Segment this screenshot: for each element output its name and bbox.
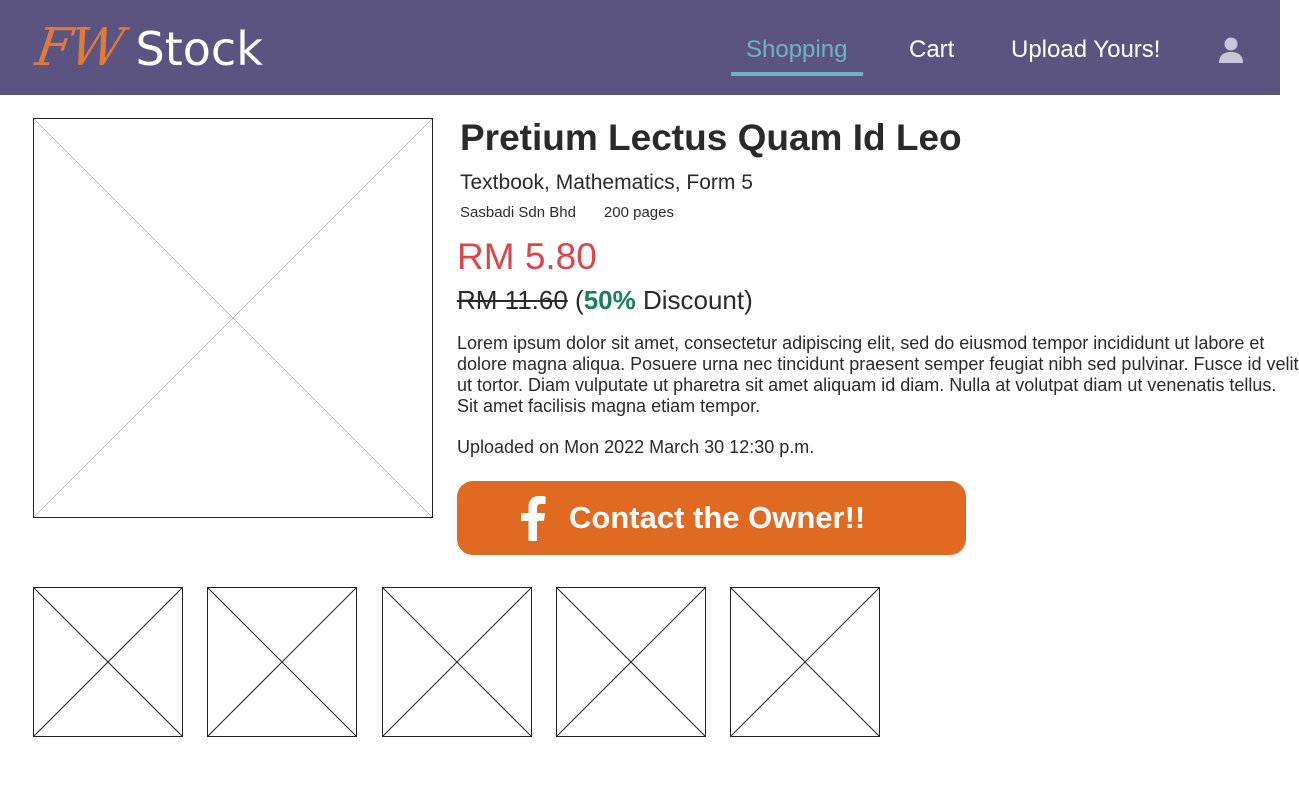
nav-item-cart[interactable]: Cart — [909, 0, 954, 95]
original-price: RM 11.60 — [457, 285, 568, 315]
current-price: RM 5.80 — [457, 236, 597, 277]
thumbnail-3[interactable] — [382, 587, 532, 737]
top-nav-bar: FW Stock Shopping Cart Upload Yours! — [0, 0, 1280, 95]
page-count: 200 pages — [603, 204, 674, 221]
product-description: Lorem ipsum dolor sit amet, consectetur … — [457, 333, 1299, 416]
image-placeholder-icon — [383, 588, 531, 736]
thumbnail-2[interactable] — [207, 587, 357, 737]
product-subtitle: Textbook, Mathematics, Form 5 — [460, 171, 753, 194]
user-icon[interactable] — [1217, 36, 1245, 64]
nav-active-indicator — [731, 72, 863, 76]
image-placeholder-icon — [208, 588, 356, 736]
product-title: Pretium Lectus Quam Id Leo — [460, 117, 962, 158]
discount-open: ( — [567, 285, 584, 315]
discount-line: RM 11.60 (50% Discount) — [457, 285, 753, 316]
publisher: Sasbadi Sdn Bhd — [460, 204, 576, 221]
upload-timestamp: Uploaded on Mon 2022 March 30 12:30 p.m. — [457, 437, 815, 457]
thumbnail-5[interactable] — [730, 587, 880, 737]
image-placeholder-icon — [731, 588, 879, 736]
product-meta: Sasbadi Sdn Bhd 200 pages — [460, 204, 674, 221]
discount-percent: 50% — [583, 285, 636, 315]
thumbnail-1[interactable] — [33, 587, 183, 737]
facebook-icon — [521, 496, 546, 541]
image-placeholder-icon — [34, 119, 432, 517]
logo-word: Stock — [135, 22, 263, 76]
contact-owner-button[interactable]: Contact the Owner!! — [457, 481, 966, 555]
thumbnail-4[interactable] — [556, 587, 706, 737]
image-placeholder-icon — [34, 588, 182, 736]
logo[interactable]: FW Stock — [32, 18, 263, 78]
nav-item-upload[interactable]: Upload Yours! — [1011, 0, 1160, 95]
nav-item-shopping[interactable]: Shopping — [746, 0, 847, 95]
logo-mark: FW — [31, 18, 126, 78]
discount-label: Discount) — [635, 285, 753, 315]
contact-owner-label: Contact the Owner!! — [569, 500, 866, 535]
image-placeholder-icon — [557, 588, 705, 736]
product-main-image[interactable] — [33, 118, 433, 518]
